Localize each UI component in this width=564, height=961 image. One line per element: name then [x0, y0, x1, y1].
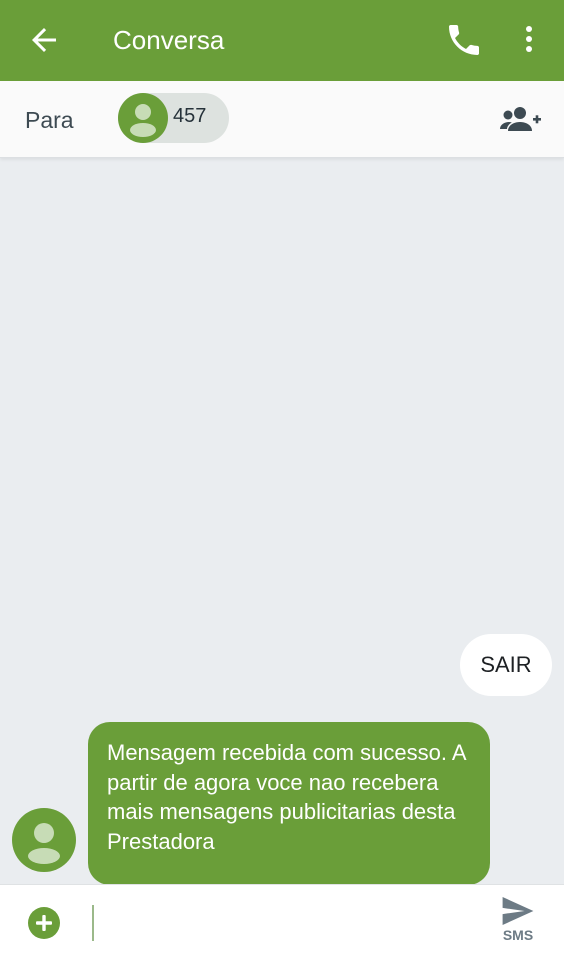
back-button[interactable] — [26, 22, 62, 58]
incoming-message[interactable]: Mensagem recebida com sucesso. A partir … — [88, 722, 490, 885]
contact-avatar-icon — [28, 823, 60, 864]
recipient-chip[interactable]: 457 — [118, 93, 229, 143]
attach-button[interactable] — [28, 907, 60, 939]
more-options-button[interactable] — [513, 20, 545, 60]
attach-plus-icon — [28, 907, 60, 939]
phone-icon — [449, 25, 479, 55]
message-input[interactable] — [92, 905, 484, 941]
send-icon — [502, 897, 534, 925]
arrow-back-icon — [32, 28, 56, 52]
call-button[interactable] — [444, 20, 484, 60]
add-person-icon — [500, 107, 541, 131]
outgoing-message[interactable]: SAIR — [460, 634, 552, 696]
avatar — [118, 93, 168, 143]
send-label: SMS — [502, 927, 534, 943]
send-button[interactable]: SMS — [496, 897, 540, 949]
composer: SMS — [0, 884, 564, 961]
to-label: Para — [25, 107, 74, 133]
add-recipient-button[interactable] — [499, 105, 541, 135]
avatar[interactable] — [12, 808, 76, 872]
contact-avatar-icon — [130, 104, 156, 137]
more-vert-icon — [526, 26, 532, 52]
app-bar: Conversa — [0, 0, 564, 81]
recipient-number: 457 — [173, 105, 207, 127]
page-title: Conversa — [113, 25, 225, 55]
recipient-bar: Para 457 — [0, 81, 564, 158]
